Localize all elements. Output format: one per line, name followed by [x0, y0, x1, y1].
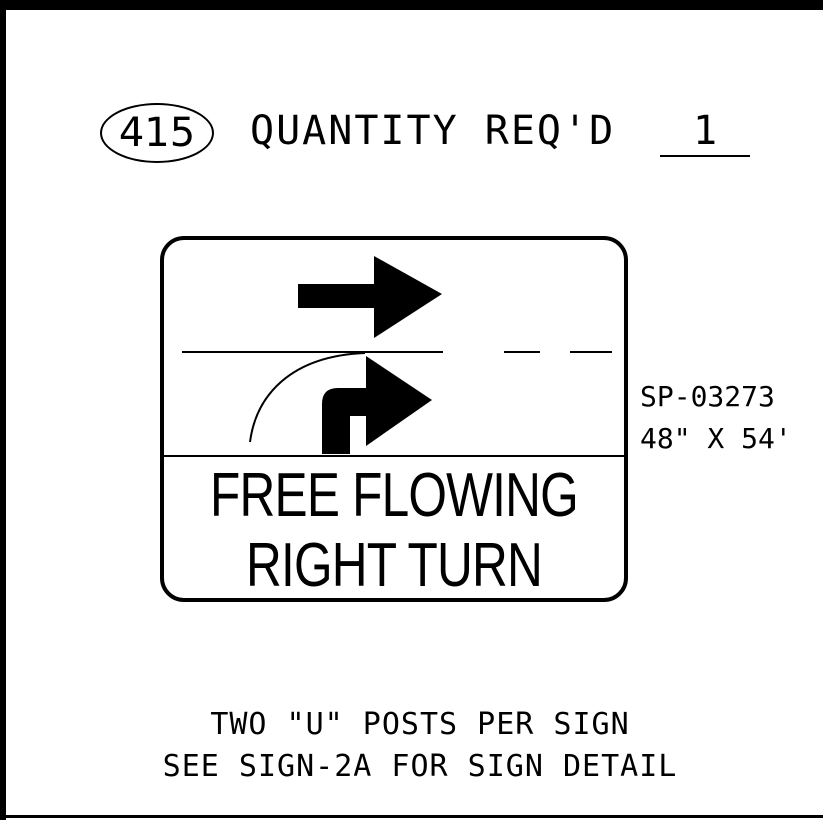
frame-top-border: [0, 0, 823, 10]
sign-text-line-2: RIGHT TURN: [245, 531, 543, 600]
sign-spec: SP-03273 48" X 54': [640, 376, 792, 460]
item-number: 415: [118, 110, 196, 156]
note-line-1: TWO "U" POSTS PER SIGN: [210, 707, 630, 742]
item-number-oval: 415: [100, 103, 214, 163]
quantity-label: QUANTITY REQ'D: [250, 108, 616, 154]
frame-bottom-border: [0, 815, 823, 818]
sign-text-line-1: FREE FLOWING: [210, 461, 579, 530]
sign-panel: FREE FLOWING RIGHT TURN: [160, 236, 628, 602]
notes: TWO "U" POSTS PER SIGN SEE SIGN-2A FOR S…: [0, 704, 823, 788]
quantity-value: 1: [692, 108, 718, 154]
frame-left-border: [0, 0, 6, 820]
sign-code: SP-03273: [640, 380, 775, 413]
sign-size: 48" X 54': [640, 422, 792, 455]
note-line-2: SEE SIGN-2A FOR SIGN DETAIL: [162, 749, 678, 784]
quantity-underline: [660, 155, 750, 157]
